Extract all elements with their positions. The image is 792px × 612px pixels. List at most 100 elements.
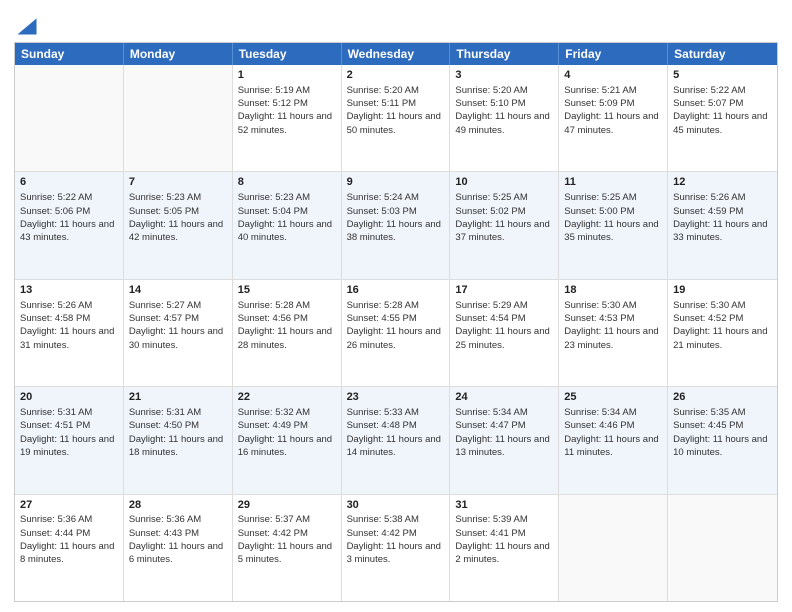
cell-details: Sunrise: 5:24 AM Sunset: 5:03 PM Dayligh… xyxy=(347,191,445,244)
calendar: SundayMondayTuesdayWednesdayThursdayFrid… xyxy=(14,42,778,602)
cell-details: Sunrise: 5:30 AM Sunset: 4:52 PM Dayligh… xyxy=(673,299,772,352)
day-number: 8 xyxy=(238,175,336,190)
day-number: 26 xyxy=(673,390,772,405)
calendar-cell: 13Sunrise: 5:26 AM Sunset: 4:58 PM Dayli… xyxy=(15,280,124,386)
cell-details: Sunrise: 5:36 AM Sunset: 4:43 PM Dayligh… xyxy=(129,513,227,566)
cell-details: Sunrise: 5:22 AM Sunset: 5:06 PM Dayligh… xyxy=(20,191,118,244)
header-cell-wednesday: Wednesday xyxy=(342,43,451,65)
calendar-week-row: 13Sunrise: 5:26 AM Sunset: 4:58 PM Dayli… xyxy=(15,280,777,387)
calendar-cell: 20Sunrise: 5:31 AM Sunset: 4:51 PM Dayli… xyxy=(15,387,124,493)
day-number: 25 xyxy=(564,390,662,405)
calendar-cell: 23Sunrise: 5:33 AM Sunset: 4:48 PM Dayli… xyxy=(342,387,451,493)
cell-details: Sunrise: 5:21 AM Sunset: 5:09 PM Dayligh… xyxy=(564,84,662,137)
day-number: 29 xyxy=(238,498,336,513)
calendar-cell: 16Sunrise: 5:28 AM Sunset: 4:55 PM Dayli… xyxy=(342,280,451,386)
cell-details: Sunrise: 5:32 AM Sunset: 4:49 PM Dayligh… xyxy=(238,406,336,459)
logo xyxy=(14,14,38,36)
cell-details: Sunrise: 5:34 AM Sunset: 4:47 PM Dayligh… xyxy=(455,406,553,459)
day-number: 2 xyxy=(347,68,445,83)
calendar-cell: 11Sunrise: 5:25 AM Sunset: 5:00 PM Dayli… xyxy=(559,172,668,278)
calendar-cell: 28Sunrise: 5:36 AM Sunset: 4:43 PM Dayli… xyxy=(124,495,233,601)
calendar-cell: 7Sunrise: 5:23 AM Sunset: 5:05 PM Daylig… xyxy=(124,172,233,278)
cell-details: Sunrise: 5:19 AM Sunset: 5:12 PM Dayligh… xyxy=(238,84,336,137)
calendar-cell: 18Sunrise: 5:30 AM Sunset: 4:53 PM Dayli… xyxy=(559,280,668,386)
calendar-cell: 21Sunrise: 5:31 AM Sunset: 4:50 PM Dayli… xyxy=(124,387,233,493)
cell-details: Sunrise: 5:39 AM Sunset: 4:41 PM Dayligh… xyxy=(455,513,553,566)
day-number: 31 xyxy=(455,498,553,513)
day-number: 9 xyxy=(347,175,445,190)
day-number: 19 xyxy=(673,283,772,298)
cell-details: Sunrise: 5:31 AM Sunset: 4:51 PM Dayligh… xyxy=(20,406,118,459)
day-number: 12 xyxy=(673,175,772,190)
cell-details: Sunrise: 5:22 AM Sunset: 5:07 PM Dayligh… xyxy=(673,84,772,137)
calendar-cell: 12Sunrise: 5:26 AM Sunset: 4:59 PM Dayli… xyxy=(668,172,777,278)
calendar-cell: 25Sunrise: 5:34 AM Sunset: 4:46 PM Dayli… xyxy=(559,387,668,493)
header-cell-saturday: Saturday xyxy=(668,43,777,65)
calendar-cell: 8Sunrise: 5:23 AM Sunset: 5:04 PM Daylig… xyxy=(233,172,342,278)
cell-details: Sunrise: 5:31 AM Sunset: 4:50 PM Dayligh… xyxy=(129,406,227,459)
day-number: 28 xyxy=(129,498,227,513)
day-number: 15 xyxy=(238,283,336,298)
calendar-body: 1Sunrise: 5:19 AM Sunset: 5:12 PM Daylig… xyxy=(15,65,777,601)
cell-details: Sunrise: 5:20 AM Sunset: 5:11 PM Dayligh… xyxy=(347,84,445,137)
cell-details: Sunrise: 5:29 AM Sunset: 4:54 PM Dayligh… xyxy=(455,299,553,352)
calendar-week-row: 1Sunrise: 5:19 AM Sunset: 5:12 PM Daylig… xyxy=(15,65,777,172)
cell-details: Sunrise: 5:34 AM Sunset: 4:46 PM Dayligh… xyxy=(564,406,662,459)
day-number: 6 xyxy=(20,175,118,190)
day-number: 7 xyxy=(129,175,227,190)
header-cell-tuesday: Tuesday xyxy=(233,43,342,65)
header-cell-monday: Monday xyxy=(124,43,233,65)
day-number: 22 xyxy=(238,390,336,405)
calendar-cell: 22Sunrise: 5:32 AM Sunset: 4:49 PM Dayli… xyxy=(233,387,342,493)
cell-details: Sunrise: 5:26 AM Sunset: 4:59 PM Dayligh… xyxy=(673,191,772,244)
calendar-week-row: 6Sunrise: 5:22 AM Sunset: 5:06 PM Daylig… xyxy=(15,172,777,279)
cell-details: Sunrise: 5:27 AM Sunset: 4:57 PM Dayligh… xyxy=(129,299,227,352)
cell-details: Sunrise: 5:28 AM Sunset: 4:56 PM Dayligh… xyxy=(238,299,336,352)
calendar-cell xyxy=(15,65,124,171)
calendar-cell: 31Sunrise: 5:39 AM Sunset: 4:41 PM Dayli… xyxy=(450,495,559,601)
cell-details: Sunrise: 5:25 AM Sunset: 5:00 PM Dayligh… xyxy=(564,191,662,244)
calendar-cell: 14Sunrise: 5:27 AM Sunset: 4:57 PM Dayli… xyxy=(124,280,233,386)
day-number: 18 xyxy=(564,283,662,298)
header xyxy=(14,10,778,36)
cell-details: Sunrise: 5:36 AM Sunset: 4:44 PM Dayligh… xyxy=(20,513,118,566)
logo-icon xyxy=(16,14,38,36)
day-number: 20 xyxy=(20,390,118,405)
day-number: 16 xyxy=(347,283,445,298)
day-number: 13 xyxy=(20,283,118,298)
calendar-cell: 10Sunrise: 5:25 AM Sunset: 5:02 PM Dayli… xyxy=(450,172,559,278)
day-number: 5 xyxy=(673,68,772,83)
cell-details: Sunrise: 5:30 AM Sunset: 4:53 PM Dayligh… xyxy=(564,299,662,352)
calendar-week-row: 20Sunrise: 5:31 AM Sunset: 4:51 PM Dayli… xyxy=(15,387,777,494)
calendar-cell: 5Sunrise: 5:22 AM Sunset: 5:07 PM Daylig… xyxy=(668,65,777,171)
day-number: 4 xyxy=(564,68,662,83)
day-number: 27 xyxy=(20,498,118,513)
calendar-week-row: 27Sunrise: 5:36 AM Sunset: 4:44 PM Dayli… xyxy=(15,495,777,601)
day-number: 24 xyxy=(455,390,553,405)
calendar-cell: 15Sunrise: 5:28 AM Sunset: 4:56 PM Dayli… xyxy=(233,280,342,386)
cell-details: Sunrise: 5:33 AM Sunset: 4:48 PM Dayligh… xyxy=(347,406,445,459)
header-cell-sunday: Sunday xyxy=(15,43,124,65)
day-number: 10 xyxy=(455,175,553,190)
calendar-cell xyxy=(559,495,668,601)
cell-details: Sunrise: 5:23 AM Sunset: 5:05 PM Dayligh… xyxy=(129,191,227,244)
day-number: 21 xyxy=(129,390,227,405)
cell-details: Sunrise: 5:25 AM Sunset: 5:02 PM Dayligh… xyxy=(455,191,553,244)
calendar-header-row: SundayMondayTuesdayWednesdayThursdayFrid… xyxy=(15,43,777,65)
day-number: 17 xyxy=(455,283,553,298)
header-cell-friday: Friday xyxy=(559,43,668,65)
header-cell-thursday: Thursday xyxy=(450,43,559,65)
calendar-cell: 19Sunrise: 5:30 AM Sunset: 4:52 PM Dayli… xyxy=(668,280,777,386)
day-number: 1 xyxy=(238,68,336,83)
calendar-cell: 17Sunrise: 5:29 AM Sunset: 4:54 PM Dayli… xyxy=(450,280,559,386)
calendar-cell: 2Sunrise: 5:20 AM Sunset: 5:11 PM Daylig… xyxy=(342,65,451,171)
calendar-cell xyxy=(124,65,233,171)
day-number: 30 xyxy=(347,498,445,513)
day-number: 3 xyxy=(455,68,553,83)
calendar-cell: 27Sunrise: 5:36 AM Sunset: 4:44 PM Dayli… xyxy=(15,495,124,601)
day-number: 23 xyxy=(347,390,445,405)
cell-details: Sunrise: 5:35 AM Sunset: 4:45 PM Dayligh… xyxy=(673,406,772,459)
calendar-cell: 26Sunrise: 5:35 AM Sunset: 4:45 PM Dayli… xyxy=(668,387,777,493)
calendar-cell: 6Sunrise: 5:22 AM Sunset: 5:06 PM Daylig… xyxy=(15,172,124,278)
cell-details: Sunrise: 5:37 AM Sunset: 4:42 PM Dayligh… xyxy=(238,513,336,566)
